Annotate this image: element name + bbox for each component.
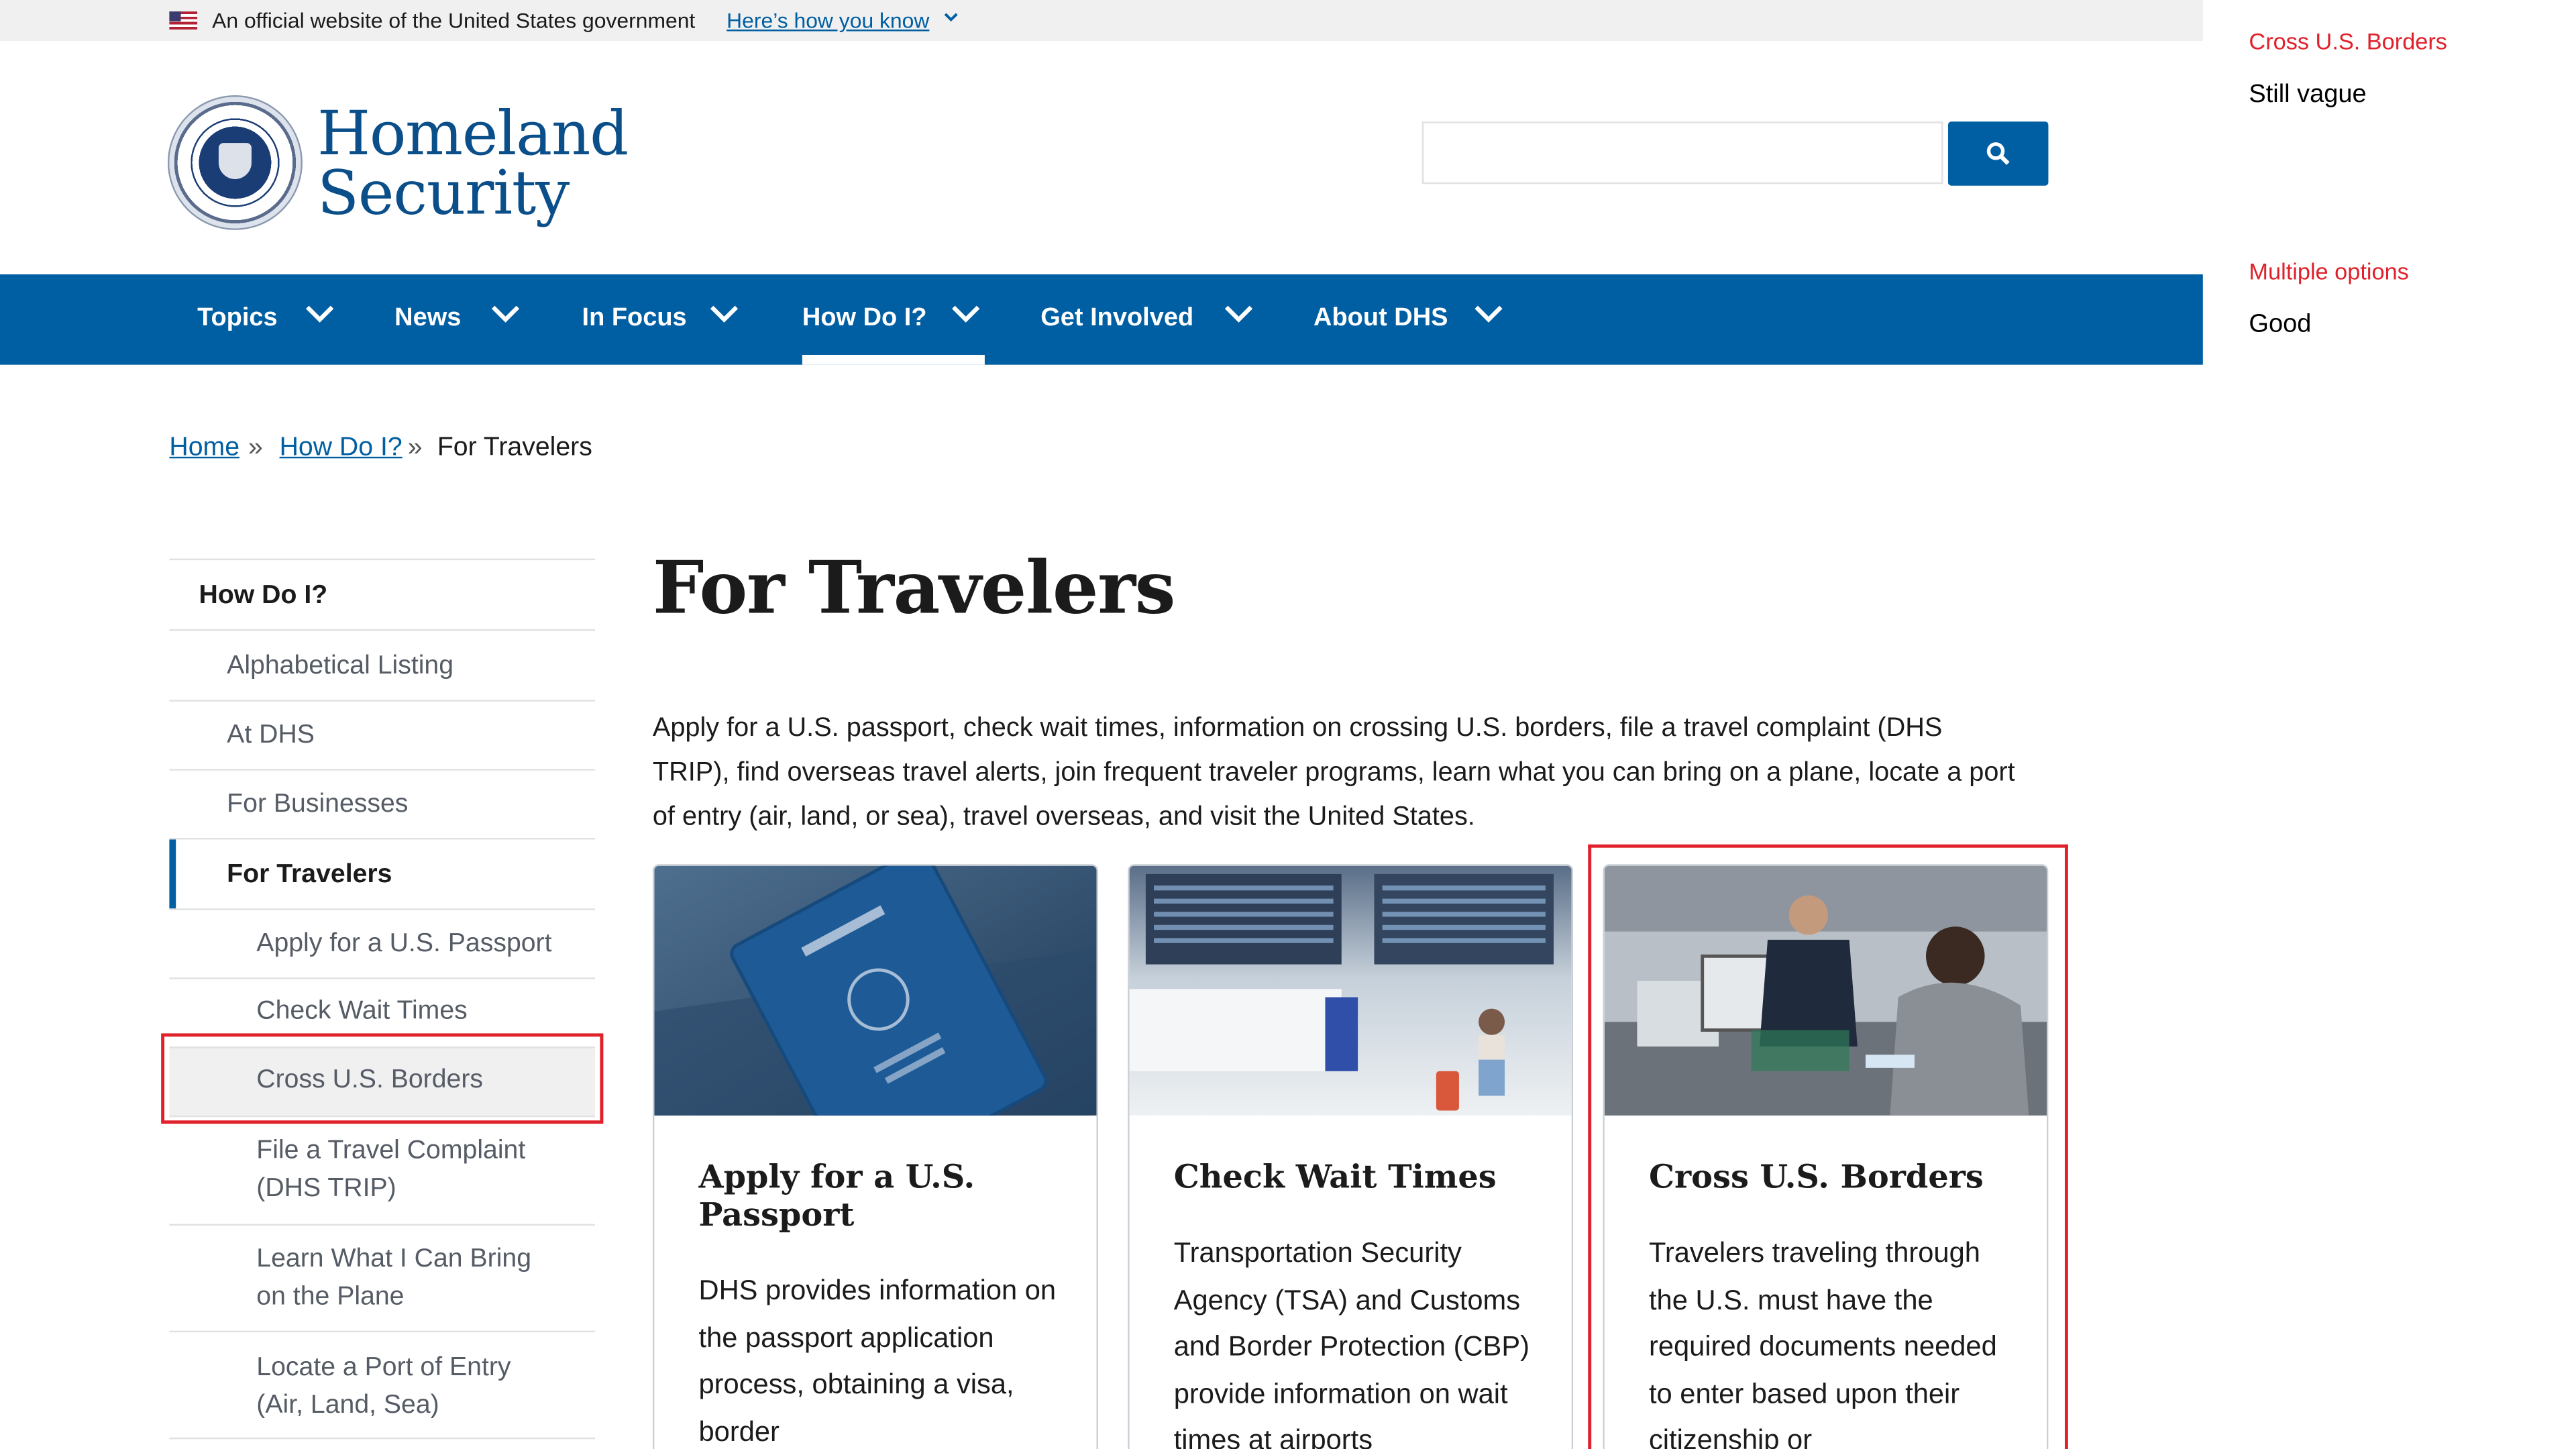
highlight-annotation-box xyxy=(1588,844,2068,1449)
dhs-seal-logo[interactable] xyxy=(169,97,301,229)
search-input[interactable] xyxy=(1421,121,1943,184)
side-nav-label: Check Wait Times xyxy=(256,997,468,1026)
chevron-down-icon xyxy=(491,305,520,323)
passport-image xyxy=(654,865,1097,1116)
breadcrumb-current: For Travelers xyxy=(437,433,592,462)
airport-image xyxy=(1129,865,1572,1116)
side-nav-label: Apply for a U.S. Passport xyxy=(256,930,552,958)
side-nav-heading-label: How Do I? xyxy=(199,581,328,610)
us-flag-icon xyxy=(169,11,198,30)
annotation-value: Good xyxy=(2249,310,2312,339)
official-gov-banner: An official website of the United States… xyxy=(0,0,2203,42)
side-nav-item-for-travelers[interactable]: For Travelers xyxy=(169,837,596,909)
side-nav-heading[interactable]: How Do I? xyxy=(169,558,596,629)
annotation-heading: Cross U.S. Borders xyxy=(2249,28,2447,54)
chevron-down-icon xyxy=(710,305,739,323)
side-nav-item-apply-passport[interactable]: Apply for a U.S. Passport xyxy=(169,908,596,977)
page-title: For Travelers xyxy=(652,547,1176,631)
intro-paragraph: Apply for a U.S. passport, check wait ti… xyxy=(652,712,2015,832)
card-apply-passport[interactable]: Apply for a U.S. Passport DHS provides i… xyxy=(652,864,1099,1449)
side-nav-label: File a Travel Complaint (DHS TRIP) xyxy=(256,1136,526,1203)
breadcrumb-home-link[interactable]: Home xyxy=(169,434,239,464)
chevron-down-icon xyxy=(952,305,980,323)
card-body: Transportation Security Agency (TSA) and… xyxy=(1173,1237,1530,1449)
highlight-annotation-box xyxy=(161,1033,604,1124)
breadcrumb-separator: » xyxy=(407,433,423,462)
logo-text-security[interactable]: Security xyxy=(317,160,570,227)
side-nav-item-learn-what-i-can-bring[interactable]: Learn What I Can Bring on the Plane xyxy=(169,1224,596,1331)
chevron-down-icon xyxy=(1474,305,1503,323)
side-nav-label: For Businesses xyxy=(227,790,409,818)
heres-how-you-know-link[interactable]: Here’s how you know xyxy=(727,8,929,33)
breadcrumb-how-do-i-link[interactable]: How Do I? xyxy=(280,434,402,464)
card-check-wait-times[interactable]: Check Wait Times Transportation Security… xyxy=(1128,864,1574,1449)
side-nav-item-locate-port-of-entry[interactable]: Locate a Port of Entry (Air, Land, Sea) xyxy=(169,1330,596,1440)
nav-label: Get Involved xyxy=(1040,304,1194,332)
annotation-heading: Multiple options xyxy=(2249,258,2409,284)
side-nav-item-file-complaint[interactable]: File a Travel Complaint (DHS TRIP) xyxy=(169,1115,596,1224)
annotation-value: Still vague xyxy=(2249,80,2367,109)
side-nav-label: Locate a Port of Entry (Air, Land, Sea) xyxy=(256,1353,511,1419)
nav-label: About DHS xyxy=(1313,304,1448,332)
card-body: DHS provides information on the passport… xyxy=(698,1275,1057,1447)
nav-label: In Focus xyxy=(582,304,687,332)
breadcrumb-separator: » xyxy=(248,433,263,462)
primary-nav: Topics News In Focus How Do I? Get Invol… xyxy=(0,274,2203,365)
chevron-down-icon[interactable] xyxy=(944,10,959,28)
side-nav-item-for-businesses[interactable]: For Businesses xyxy=(169,769,596,838)
search-button[interactable] xyxy=(1947,121,2049,186)
search-icon xyxy=(1986,142,2010,165)
active-indicator xyxy=(169,839,176,909)
side-nav-label: Alphabetical Listing xyxy=(227,652,454,680)
chevron-down-icon xyxy=(1224,305,1253,323)
card-title[interactable]: Apply for a U.S. Passport xyxy=(699,1159,1077,1234)
side-nav-label: Learn What I Can Bring on the Plane xyxy=(256,1245,532,1311)
nav-label: News xyxy=(394,304,462,332)
side-nav-label: For Travelers xyxy=(227,861,392,889)
gov-banner-text: An official website of the United States… xyxy=(212,8,696,33)
nav-label: How Do I? xyxy=(802,304,927,332)
side-nav-item-alphabetical-listing[interactable]: Alphabetical Listing xyxy=(169,629,596,700)
active-nav-indicator xyxy=(802,354,985,365)
side-nav-label: At DHS xyxy=(227,721,315,749)
chevron-down-icon xyxy=(306,305,334,323)
card-title[interactable]: Check Wait Times xyxy=(1174,1159,1552,1196)
nav-label: Topics xyxy=(197,304,278,332)
side-nav-item-at-dhs[interactable]: At DHS xyxy=(169,700,596,769)
